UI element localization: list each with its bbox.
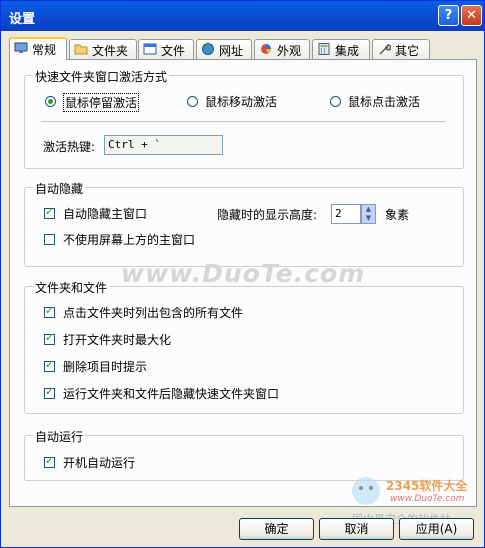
tab-appearance[interactable]: 外观 xyxy=(254,39,310,59)
tab-file[interactable]: 文件 xyxy=(138,39,194,59)
hide-after-run-label[interactable]: 运行文件夹和文件后隐藏快速文件夹窗口 xyxy=(63,385,279,402)
autohide-main-checkbox[interactable] xyxy=(44,205,55,219)
tab-other[interactable]: 其它 xyxy=(372,39,430,59)
group-label: 快速文件夹窗口激活方式 xyxy=(33,68,170,85)
list-files-checkbox[interactable] xyxy=(44,304,55,318)
hide-height-input[interactable]: 2 xyxy=(331,204,361,224)
delete-prompt-label[interactable]: 删除项目时提示 xyxy=(63,358,147,375)
pixel-unit-label: 象素 xyxy=(385,208,410,222)
hide-height-spinner[interactable]: ▲ ▼ xyxy=(361,204,376,224)
apply-button[interactable]: 应用(A) xyxy=(399,518,474,540)
hotkey-input[interactable]: Ctrl + ` xyxy=(104,135,223,155)
tab-label: 其它 xyxy=(395,44,420,58)
maximize-folder-label[interactable]: 打开文件夹时最大化 xyxy=(63,331,171,348)
mascot-icon xyxy=(352,477,380,505)
wrench-icon xyxy=(379,44,391,55)
startup-checkbox[interactable] xyxy=(44,454,55,468)
tab-folder[interactable]: 文件夹 xyxy=(69,39,137,59)
tab-label: 网址 xyxy=(219,44,244,58)
radio-label-hover[interactable]: 鼠标停留激活 xyxy=(63,93,140,112)
tab-label: 集成 xyxy=(335,44,360,58)
tab-url[interactable]: 网址 xyxy=(196,39,252,59)
globe-icon xyxy=(202,43,214,55)
tab-label: 文件夹 xyxy=(92,44,129,58)
ok-button[interactable]: 确定 xyxy=(239,518,314,540)
radio-move-activate[interactable] xyxy=(187,96,198,107)
pie-icon xyxy=(261,44,272,54)
hide-after-run-checkbox[interactable] xyxy=(44,385,55,399)
tab-general[interactable]: 常规 xyxy=(9,37,67,60)
window-icon xyxy=(143,43,157,55)
group-label: 自动运行 xyxy=(33,428,86,445)
watermark-text: www.DuoTe.com xyxy=(121,259,366,288)
close-button[interactable]: ✕ xyxy=(461,5,482,26)
brand-text: 2345软件大全 xyxy=(386,479,468,493)
tab-label: 文件 xyxy=(161,44,186,58)
separator xyxy=(41,121,446,122)
no-top-window-label[interactable]: 不使用屏幕上方的主窗口 xyxy=(63,231,195,248)
folder-icon xyxy=(74,44,88,55)
cancel-button[interactable]: 取消 xyxy=(319,518,394,540)
radio-click-activate[interactable] xyxy=(330,96,341,107)
delete-prompt-checkbox[interactable] xyxy=(44,358,55,372)
startup-label[interactable]: 开机自动运行 xyxy=(63,454,135,471)
group-label: 自动隐藏 xyxy=(33,180,86,197)
title-bar[interactable]: 设置 ? ✕ xyxy=(1,1,484,31)
maximize-folder-checkbox[interactable] xyxy=(44,331,55,345)
site-text: www.DuoTe.com xyxy=(390,494,465,504)
monitor-icon xyxy=(14,42,28,53)
radio-label-click[interactable]: 鼠标点击激活 xyxy=(348,93,420,110)
calculator-icon xyxy=(318,43,330,55)
radio-label-move[interactable]: 鼠标移动激活 xyxy=(205,93,277,110)
hide-height-label: 隐藏时的显示高度: xyxy=(217,208,318,222)
window-title: 设置 xyxy=(9,12,36,27)
autohide-main-label[interactable]: 自动隐藏主窗口 xyxy=(63,205,147,222)
no-top-window-checkbox[interactable] xyxy=(44,234,55,245)
group-label: 文件夹和文件 xyxy=(33,279,110,296)
tab-integration[interactable]: 集成 xyxy=(312,39,370,59)
help-button[interactable]: ? xyxy=(438,5,459,26)
tab-label: 外观 xyxy=(277,44,302,58)
hotkey-label: 激活热键: xyxy=(43,140,96,154)
tab-label: 常规 xyxy=(32,43,57,57)
radio-hover-activate[interactable] xyxy=(45,96,56,107)
autohide-group: 自动隐藏 xyxy=(24,180,464,267)
list-files-label[interactable]: 点击文件夹时列出包含的所有文件 xyxy=(63,304,243,321)
settings-window: 设置 ? ✕ 常规 文件夹 文件 网址 外观 集成 其它 快速文件夹窗口激活方式… xyxy=(0,0,485,548)
